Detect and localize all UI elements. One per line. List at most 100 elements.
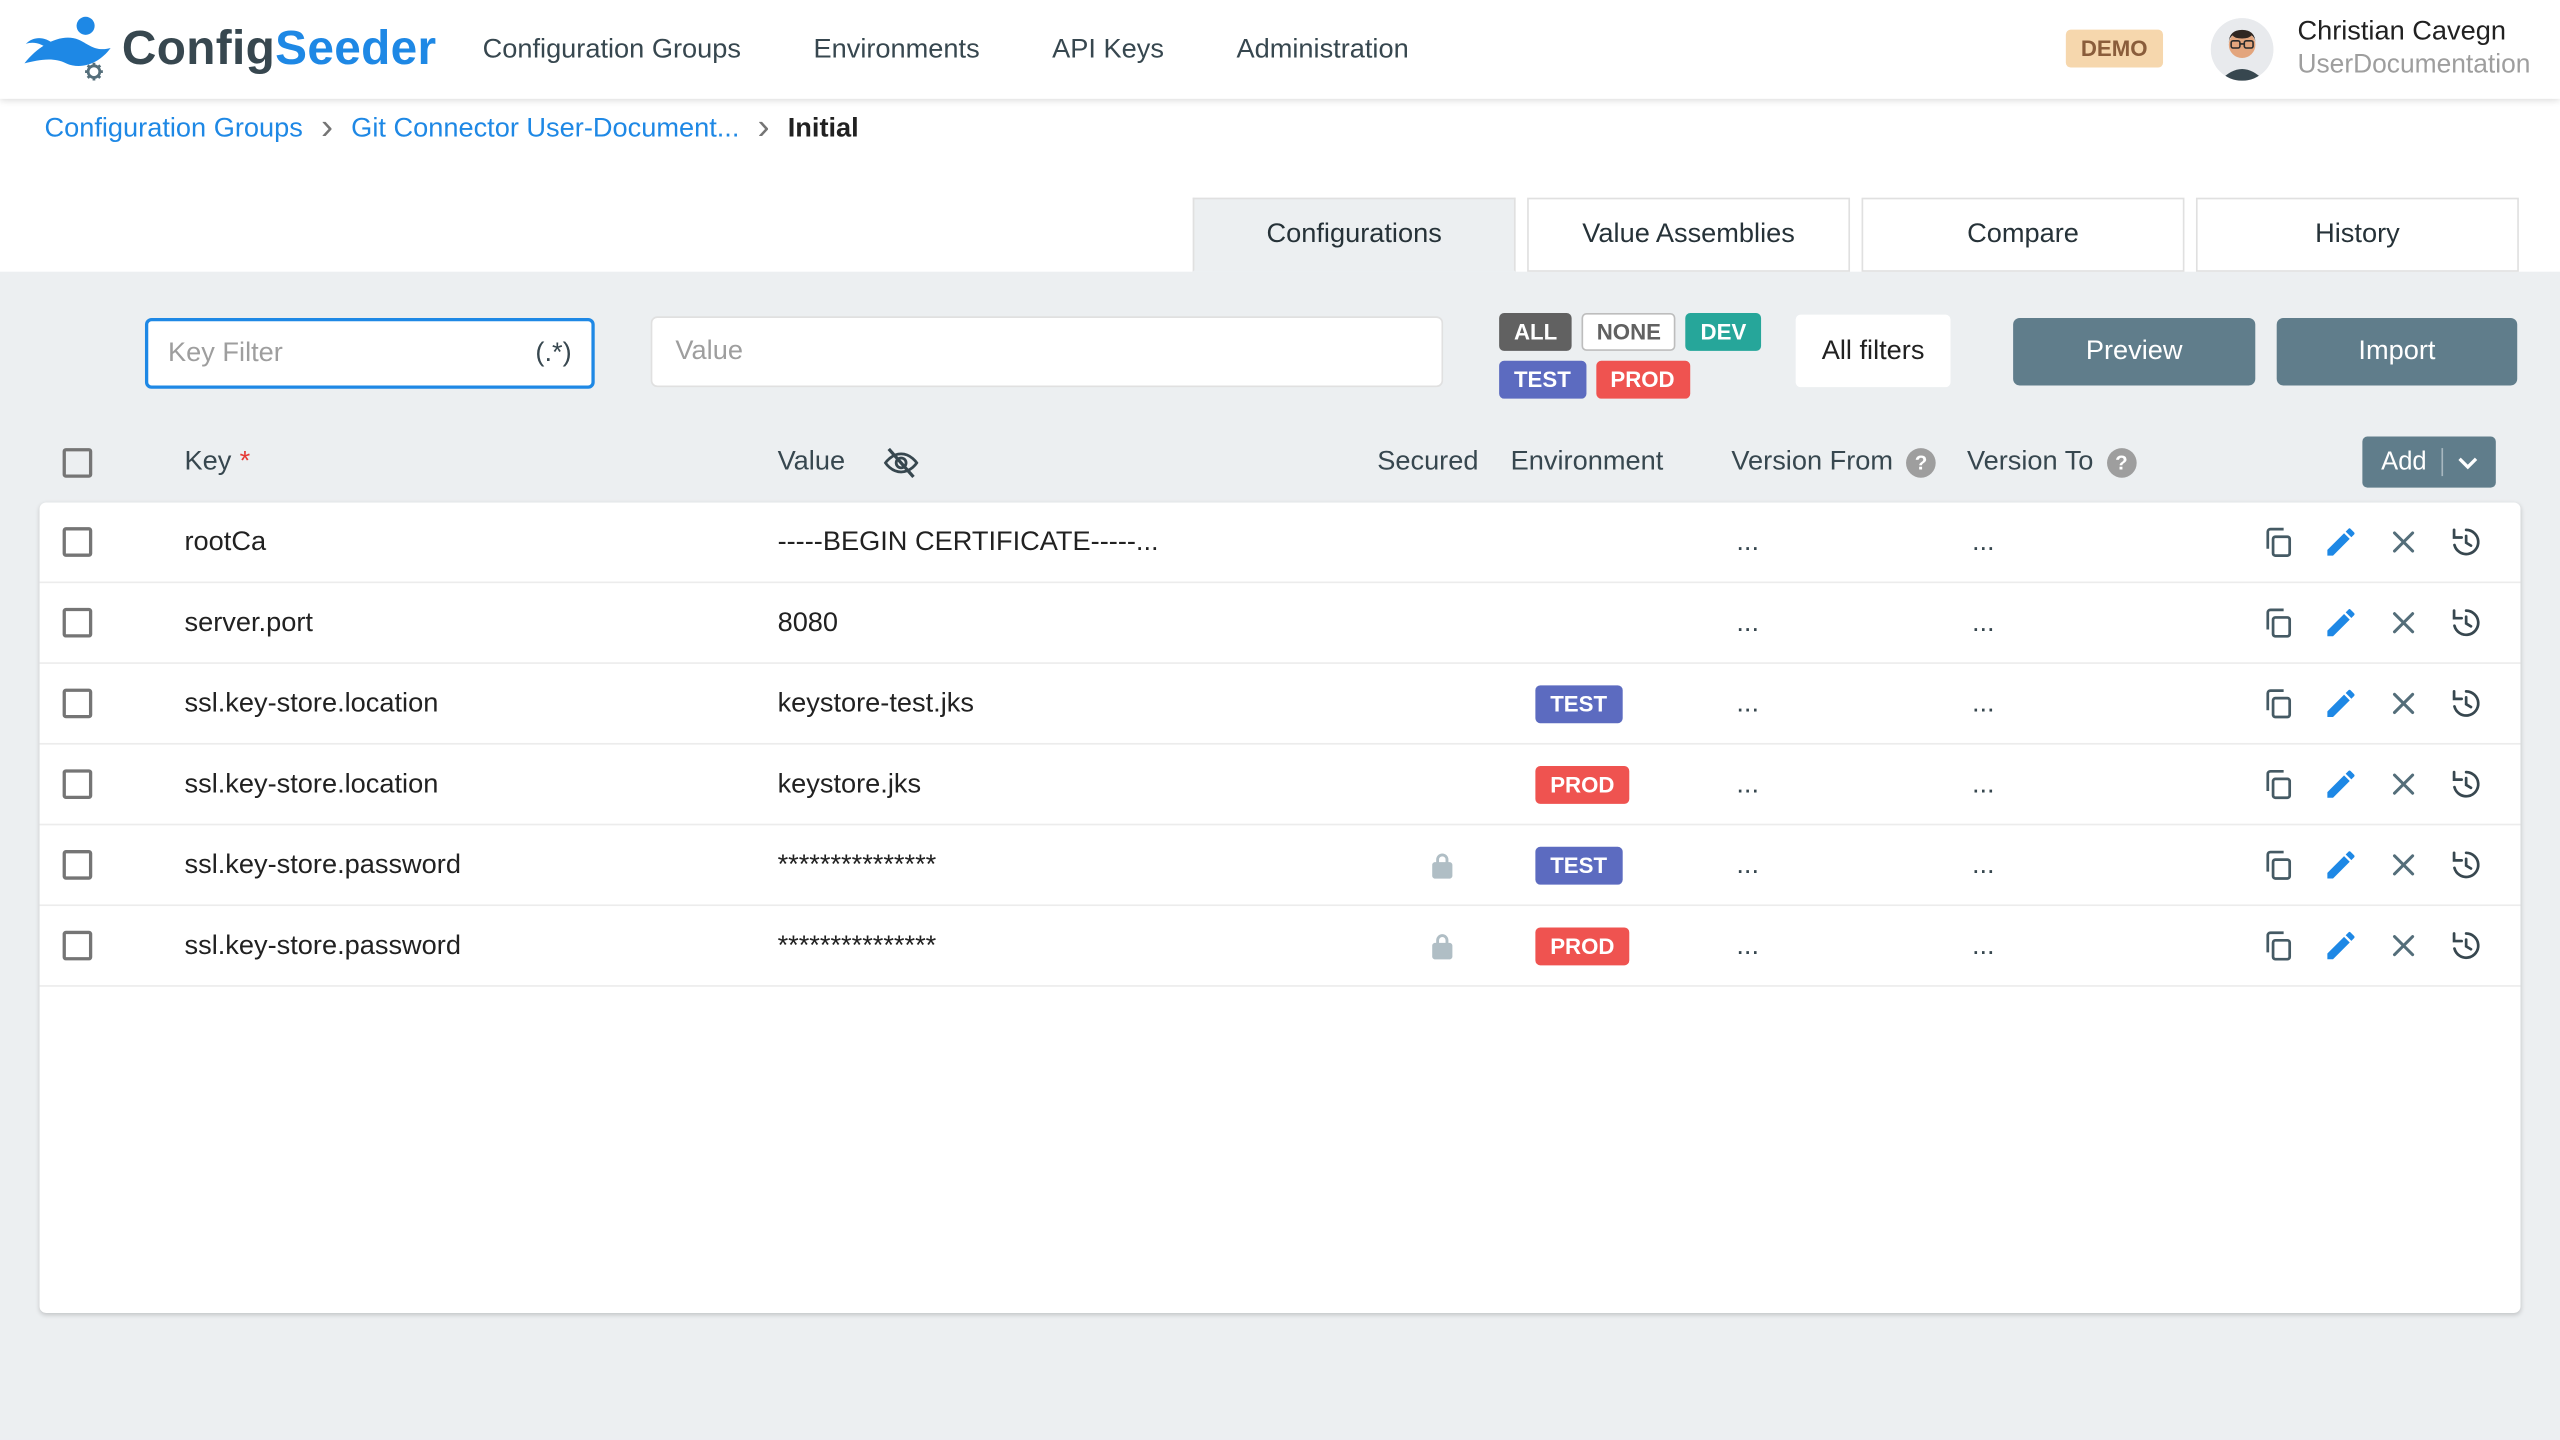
copy-button[interactable] [2260, 685, 2296, 721]
row-version-to: ... [1967, 825, 2181, 904]
row-actions [2181, 664, 2520, 743]
edit-button[interactable] [2323, 927, 2359, 963]
copy-button[interactable] [2260, 847, 2296, 883]
delete-button[interactable] [2385, 766, 2421, 802]
env-chip-dev[interactable]: DEV [1686, 313, 1761, 351]
row-value: keystore-test.jks [778, 664, 1358, 743]
help-icon[interactable]: ? [1906, 447, 1936, 477]
preview-button[interactable]: Preview [2013, 318, 2255, 386]
nav-item-configuration-groups[interactable]: Configuration Groups [483, 34, 741, 65]
row-key: ssl.key-store.location [185, 745, 778, 824]
delete-button[interactable] [2385, 685, 2421, 721]
history-button[interactable] [2448, 766, 2484, 802]
tab-value-assemblies[interactable]: Value Assemblies [1527, 198, 1850, 272]
all-filters-button[interactable]: All filters [1796, 315, 1951, 387]
breadcrumb-item-configuration-groups[interactable]: Configuration Groups [44, 113, 302, 144]
history-button[interactable] [2448, 524, 2484, 560]
chevron-down-icon[interactable] [2458, 456, 2478, 469]
row-key: ssl.key-store.password [185, 906, 778, 985]
column-header-key: Key [185, 446, 232, 477]
row-value: *************** [778, 825, 1358, 904]
row-secured [1357, 664, 1510, 743]
row-checkbox[interactable] [63, 850, 93, 880]
env-chip-none[interactable]: NONE [1582, 313, 1676, 351]
primary-nav: Configuration Groups Environments API Keys… [483, 34, 1409, 65]
table-row: ssl.key-store.password***************PRO… [40, 906, 2521, 987]
row-version-to: ... [1967, 664, 2181, 743]
nav-item-environments[interactable]: Environments [813, 34, 979, 65]
nav-item-api-keys[interactable]: API Keys [1052, 34, 1164, 65]
row-key: ssl.key-store.location [185, 664, 778, 743]
add-button[interactable]: Add [2363, 437, 2496, 488]
copy-button[interactable] [2260, 766, 2296, 802]
row-actions [2181, 745, 2520, 824]
column-header-version-to-cell: Version To ? [1967, 422, 2181, 503]
select-all-checkbox[interactable] [63, 447, 93, 477]
edit-button[interactable] [2323, 847, 2359, 883]
tab-bar: ConfigurationsValue AssembliesCompareHis… [1193, 198, 2519, 272]
row-value: *************** [778, 906, 1358, 985]
row-environment: TEST [1511, 664, 1732, 743]
topbar-right: DEMO Christian Cavegn UserDocumentation [2066, 15, 2530, 85]
help-icon[interactable]: ? [2107, 447, 2137, 477]
edit-button[interactable] [2323, 524, 2359, 560]
copy-button[interactable] [2260, 524, 2296, 560]
edit-button[interactable] [2323, 766, 2359, 802]
env-chip-test[interactable]: TEST [1499, 361, 1586, 399]
edit-button[interactable] [2323, 605, 2359, 641]
column-header-version-from: Version From [1731, 446, 1893, 477]
env-chip-all[interactable]: ALL [1499, 313, 1572, 351]
column-header-version-from-cell: Version From ? [1731, 422, 1967, 503]
table-row: server.port8080...... [40, 583, 2521, 664]
table-row: rootCa-----BEGIN CERTIFICATE-----.......… [40, 502, 2521, 583]
user-menu[interactable]: Christian Cavegn UserDocumentation [2297, 15, 2530, 85]
row-version-from: ... [1731, 745, 1967, 824]
key-filter-input[interactable] [168, 338, 522, 369]
history-button[interactable] [2448, 927, 2484, 963]
nav-item-administration[interactable]: Administration [1236, 34, 1408, 65]
history-button[interactable] [2448, 605, 2484, 641]
row-version-to: ... [1967, 906, 2181, 985]
edit-button[interactable] [2323, 685, 2359, 721]
table-row: ssl.key-store.password***************TES… [40, 825, 2521, 906]
row-version-to: ... [1967, 583, 2181, 662]
row-environment [1511, 502, 1732, 581]
import-button[interactable]: Import [2277, 318, 2518, 386]
tab-history[interactable]: History [2196, 198, 2519, 272]
tab-compare[interactable]: Compare [1862, 198, 2185, 272]
value-filter-input[interactable] [651, 316, 1443, 387]
key-filter: (.*) [145, 318, 595, 389]
history-button[interactable] [2448, 847, 2484, 883]
row-environment [1511, 583, 1732, 662]
environment-badge: TEST [1535, 684, 1622, 722]
row-actions [2181, 906, 2520, 985]
row-checkbox[interactable] [63, 931, 93, 961]
copy-button[interactable] [2260, 927, 2296, 963]
delete-button[interactable] [2385, 927, 2421, 963]
breadcrumb-item-git-connector-user-document[interactable]: Git Connector User-Document... [351, 113, 739, 144]
configseeder-logo-icon [23, 13, 112, 85]
column-header-environment: Environment [1511, 446, 1664, 477]
delete-button[interactable] [2385, 524, 2421, 560]
row-checkbox[interactable] [63, 689, 93, 719]
column-header-secured-cell: Secured [1357, 422, 1510, 503]
delete-button[interactable] [2385, 847, 2421, 883]
row-version-from: ... [1731, 583, 1967, 662]
row-actions [2181, 825, 2520, 904]
value-visibility-toggle-icon[interactable] [881, 442, 921, 482]
top-navbar: ConfigSeeder Configuration Groups Environ… [0, 0, 2560, 99]
app-logo[interactable]: ConfigSeeder [23, 13, 436, 85]
avatar[interactable] [2210, 18, 2273, 81]
tab-configurations[interactable]: Configurations [1193, 198, 1516, 272]
environment-filter-chips: ALL NONE DEV TEST PROD [1499, 313, 1761, 399]
delete-button[interactable] [2385, 605, 2421, 641]
env-chip-prod[interactable]: PROD [1596, 361, 1690, 399]
copy-button[interactable] [2260, 605, 2296, 641]
row-secured [1357, 745, 1510, 824]
row-checkbox[interactable] [63, 608, 93, 638]
breadcrumb-separator-icon: › [321, 109, 333, 145]
row-checkbox[interactable] [63, 769, 93, 799]
row-secured [1357, 906, 1510, 985]
history-button[interactable] [2448, 685, 2484, 721]
row-checkbox[interactable] [63, 527, 93, 557]
